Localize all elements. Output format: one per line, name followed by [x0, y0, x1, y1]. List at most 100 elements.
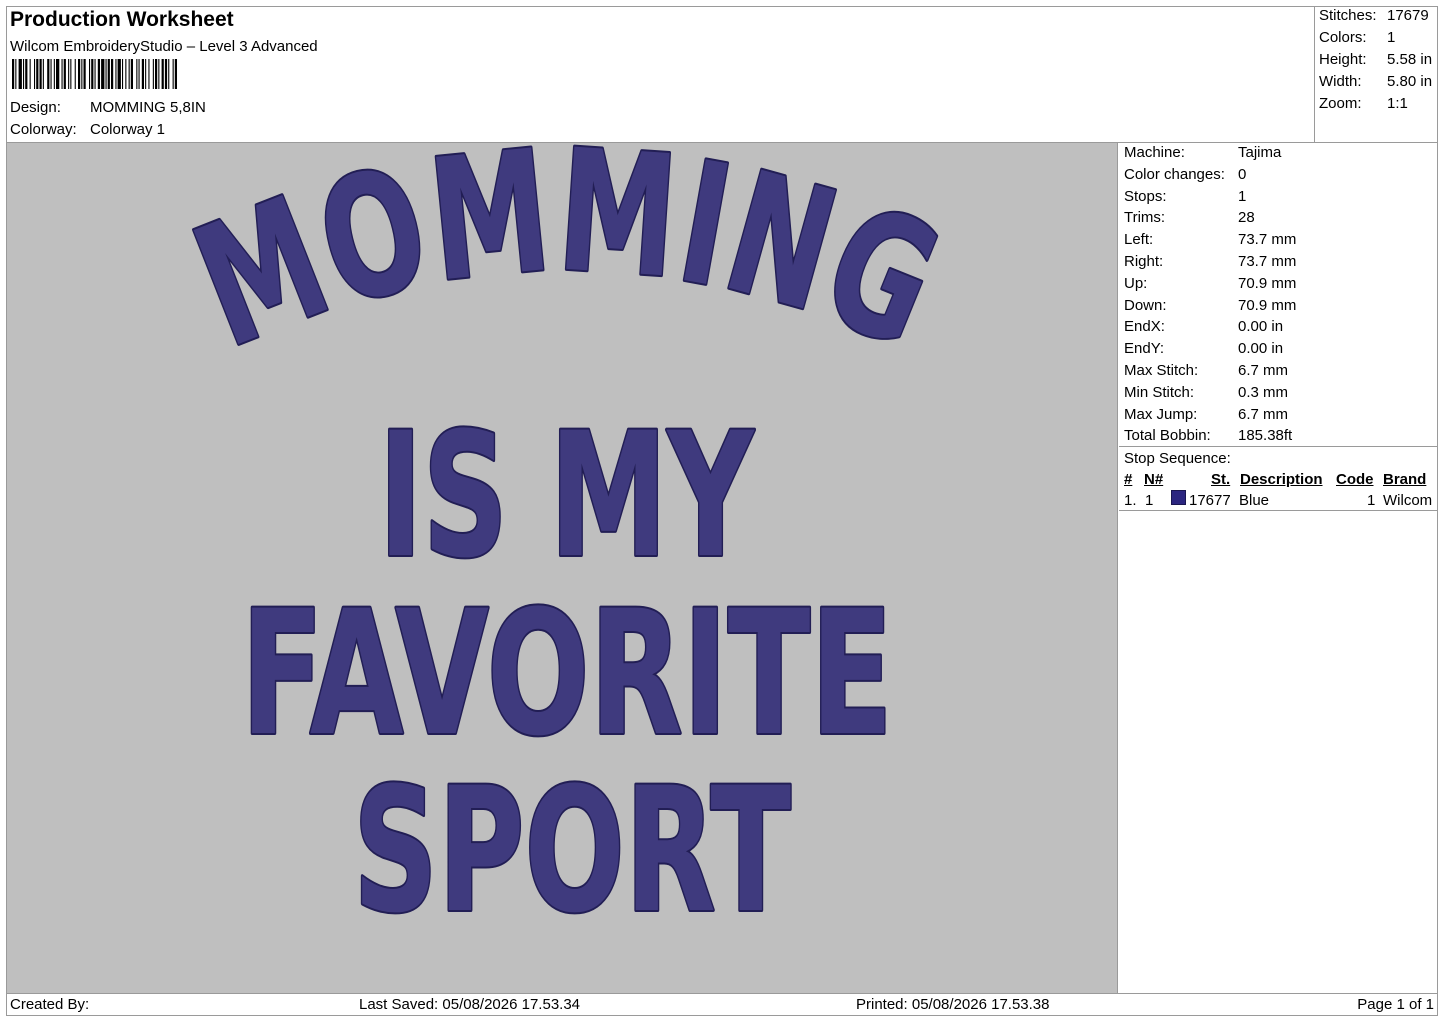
barcode-bar: [111, 59, 114, 89]
row-stitches: 17677: [1189, 492, 1231, 509]
info-row: Right: 73.7 mm: [1124, 253, 1296, 270]
design-text-line-3: FAVORITE: [241, 573, 893, 774]
info-row: Up: 70.9 mm: [1124, 275, 1296, 292]
col-needle: N#: [1144, 471, 1164, 488]
stat-value: 1:1: [1387, 95, 1408, 112]
barcode-bar: [97, 59, 100, 89]
design-value: MOMMING 5,8IN: [90, 99, 206, 116]
barcode-bar: [53, 59, 55, 89]
stat-label: Stitches:: [1319, 7, 1377, 24]
barcode-bar: [89, 59, 91, 89]
stat-label: Width:: [1319, 73, 1362, 90]
barcode-bar: [74, 59, 76, 89]
stat-height: Height: 5.58 in: [1319, 51, 1432, 68]
barcode-bar: [117, 59, 121, 89]
info-row: Trims: 28: [1124, 209, 1255, 226]
info-row: Down: 70.9 mm: [1124, 297, 1296, 314]
colorway-label: Colorway:: [10, 121, 77, 138]
barcode-bar: [61, 59, 63, 89]
stat-zoom: Zoom: 1:1: [1319, 95, 1408, 112]
barcode-bar: [155, 59, 158, 89]
barcode-bar: [56, 59, 60, 89]
info-value: 6.7 mm: [1238, 405, 1289, 423]
col-code: Code: [1336, 471, 1374, 488]
info-value: 0.00 in: [1238, 318, 1284, 336]
info-value: 70.9 mm: [1238, 274, 1297, 292]
info-label: Right:: [1124, 253, 1164, 270]
divider: [1119, 510, 1438, 511]
machine-info-panel: Machine: Tajima Color changes: 0 Stops: 1 Trim…: [1119, 143, 1438, 993]
stat-colors: Colors: 1: [1319, 29, 1395, 46]
barcode-bar: [122, 59, 124, 89]
divider: [1119, 446, 1438, 447]
stop-sequence-title: Stop Sequence:: [1124, 450, 1231, 467]
barcode-bar: [152, 59, 154, 89]
info-value: 28: [1238, 209, 1255, 227]
row-description: Blue: [1239, 492, 1270, 509]
info-value: 185.38ft: [1238, 427, 1293, 445]
colorway-value: Colorway 1: [90, 121, 166, 138]
design-text-line-1: MOMMING: [171, 143, 964, 386]
info-value: 73.7 mm: [1238, 231, 1297, 249]
info-value: 1: [1238, 187, 1247, 205]
stat-label: Zoom:: [1319, 95, 1362, 112]
stat-label: Colors:: [1319, 29, 1367, 46]
software-name: Wilcom EmbroideryStudio – Level 3 Advanc…: [10, 38, 318, 55]
printed-date: Printed: 05/08/2026 17.53.38: [856, 996, 1050, 1013]
barcode-bar: [141, 59, 144, 89]
info-row: Machine: Tajima: [1124, 144, 1281, 161]
barcode-bar: [136, 59, 138, 89]
info-value: 70.9 mm: [1238, 296, 1297, 314]
col-index: #: [1124, 471, 1133, 488]
barcode-bar: [105, 59, 107, 89]
barcode-bar: [23, 59, 25, 89]
info-label: Left:: [1124, 231, 1154, 249]
barcode-bar: [91, 59, 94, 89]
col-stitches: St.: [1211, 471, 1231, 488]
info-row: EndX: 0.00 in: [1124, 318, 1283, 335]
barcode-bar: [83, 59, 86, 89]
barcode-bar: [68, 59, 70, 89]
info-label: Up:: [1124, 274, 1148, 292]
worksheet-footer: Created By: Last Saved: 05/08/2026 17.53…: [6, 993, 1438, 1016]
barcode-bar: [125, 59, 127, 89]
col-description: Description: [1240, 471, 1323, 488]
barcode-bar: [101, 59, 105, 89]
stat-width: Width: 5.80 in: [1319, 73, 1432, 90]
info-label: Down:: [1124, 296, 1167, 314]
design-text-line-2: IS MY: [379, 395, 756, 596]
info-row: Stops: 1: [1124, 188, 1246, 205]
info-label: Max Stitch:: [1124, 362, 1199, 379]
stat-value: 5.58 in: [1387, 51, 1433, 68]
barcode-bar: [12, 59, 15, 89]
barcode-bar: [161, 59, 164, 89]
stat-stitches: Stitches: 17679: [1319, 7, 1429, 24]
stat-value: 1: [1387, 29, 1396, 46]
barcode-bar: [39, 59, 42, 89]
info-row: Total Bobbin: 185.38ft: [1124, 427, 1292, 444]
page-number: Page 1 of 1: [1357, 996, 1434, 1013]
info-label: Stops:: [1124, 187, 1167, 205]
last-saved: Last Saved: 05/08/2026 17.53.34: [359, 996, 581, 1013]
stats-box: Stitches: 17679 Colors: 1 Height: 5.58 in W…: [1314, 6, 1438, 142]
barcode-bar: [25, 59, 28, 89]
info-row: Left: 73.7 mm: [1124, 231, 1296, 248]
barcode-bar: [50, 59, 52, 89]
barcode-bar: [158, 59, 160, 89]
design-preview: MOMMING IS MY FAVORITE SPORT: [7, 143, 1118, 993]
row-needle: 1: [1145, 492, 1154, 509]
colorway-row: Colorway: Colorway 1: [10, 121, 165, 138]
info-row: Max Jump: 6.7 mm: [1124, 406, 1288, 423]
stat-label: Height:: [1319, 51, 1367, 68]
info-row: Min Stitch: 0.3 mm: [1124, 384, 1288, 401]
info-label: Min Stitch:: [1124, 383, 1195, 401]
stat-value: 17679: [1387, 7, 1429, 24]
barcode-bar: [164, 59, 168, 89]
created-by: Created By:: [10, 996, 90, 1013]
info-value: 0: [1238, 165, 1247, 183]
barcode-bar: [107, 59, 110, 89]
embroidery-design: MOMMING IS MY FAVORITE SPORT: [169, 143, 964, 953]
info-label: EndY:: [1124, 340, 1165, 358]
barcode-bar: [128, 59, 130, 89]
barcode-bar: [138, 59, 140, 89]
